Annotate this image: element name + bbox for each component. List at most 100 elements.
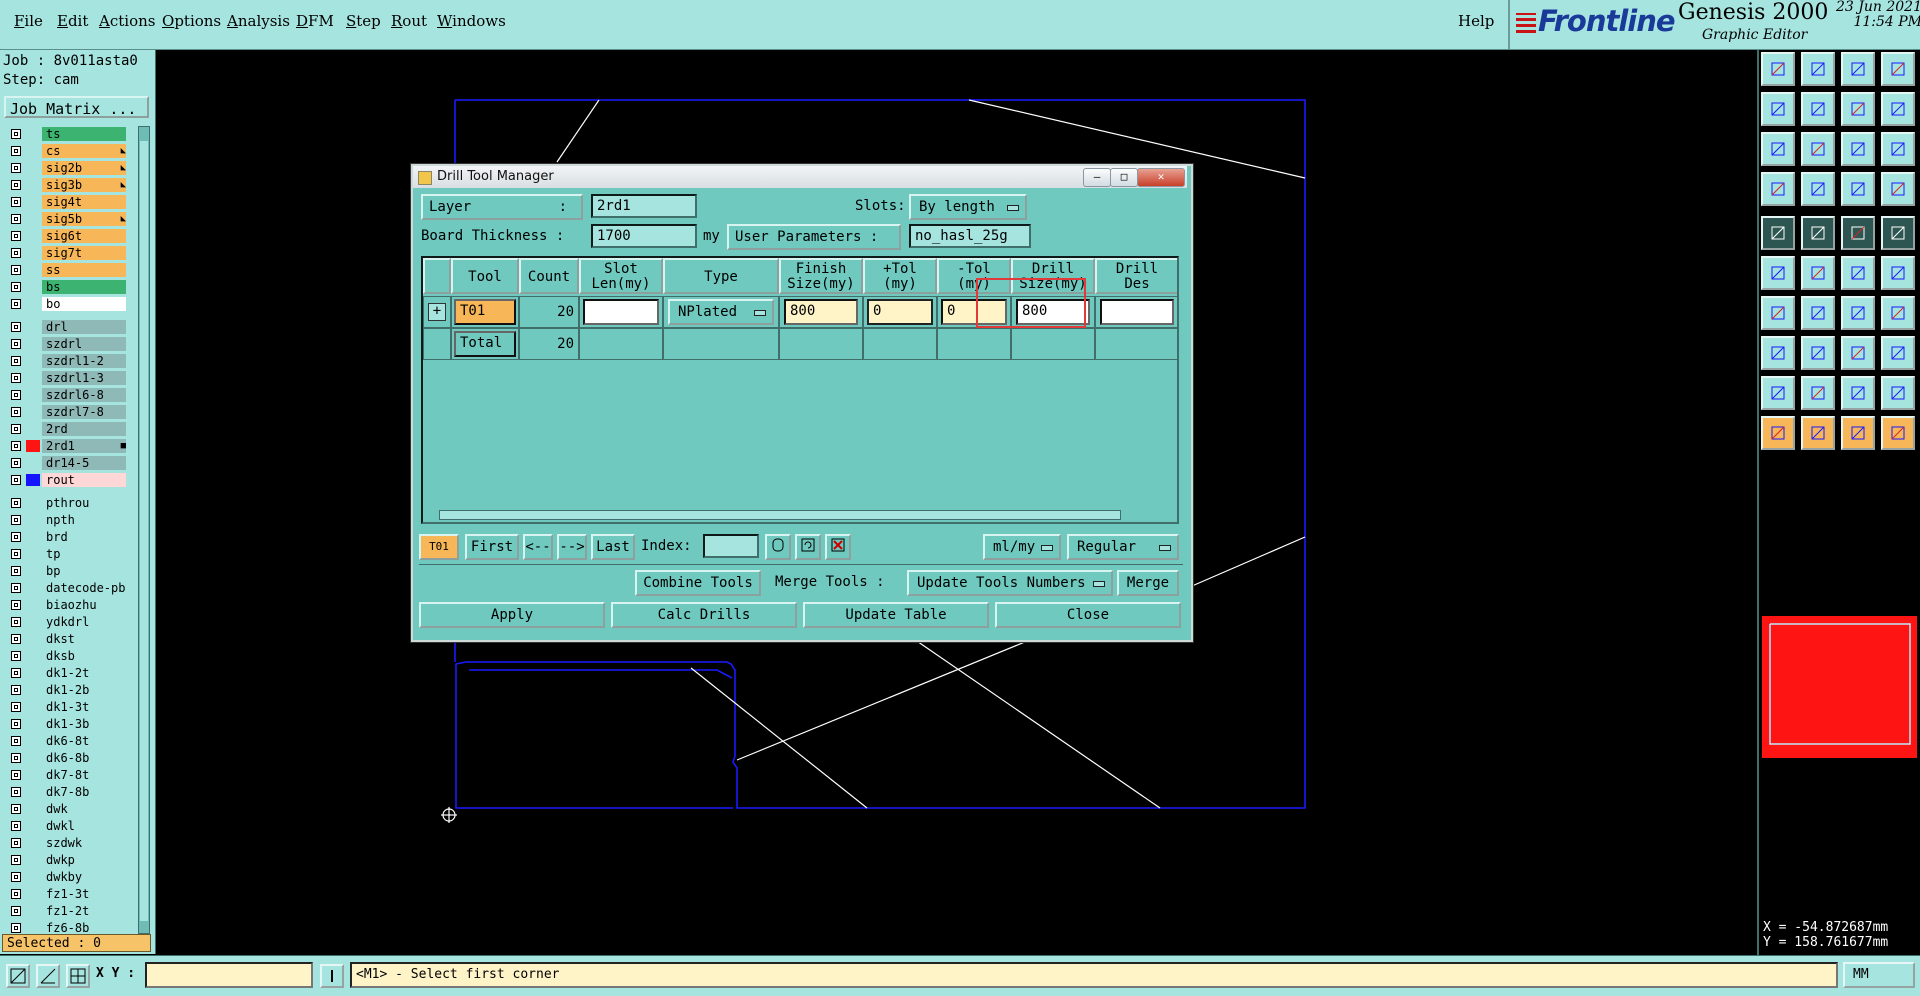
layer-name[interactable]: sig6t xyxy=(42,229,126,243)
polygon-tool-button[interactable] xyxy=(1881,376,1915,410)
layer-row-dwkp[interactable]: dwkp xyxy=(4,852,128,868)
text-cursor-button[interactable] xyxy=(320,964,344,988)
camera-tool-button[interactable] xyxy=(1761,216,1795,250)
layer-row-bs[interactable]: bs xyxy=(4,279,128,295)
zoom-fit-tool-button[interactable] xyxy=(1841,92,1875,126)
layer-row-fz1-3t[interactable]: fz1-3t xyxy=(4,886,128,902)
layer-name[interactable]: cs xyxy=(42,144,126,158)
menu-rout[interactable]: Rout xyxy=(391,12,427,30)
layer-row-biaozhu[interactable]: biaozhu xyxy=(4,597,128,613)
layer-checkbox[interactable] xyxy=(11,770,21,780)
arrow-up-tool-button[interactable] xyxy=(1801,376,1835,410)
layer-name[interactable]: rout xyxy=(42,473,126,487)
layer-checkbox[interactable] xyxy=(11,787,21,797)
menu-actions[interactable]: Actions xyxy=(99,12,155,30)
mode-select[interactable]: Regular xyxy=(1067,534,1179,560)
bridge-tool-button[interactable] xyxy=(1841,376,1875,410)
layer-checkbox[interactable] xyxy=(11,356,21,366)
drill-tool-button[interactable] xyxy=(1841,172,1875,206)
layer-row-ss[interactable]: ss xyxy=(4,262,128,278)
layer-name[interactable]: fz1-2t xyxy=(42,904,126,918)
board-thickness-input[interactable]: 1700 xyxy=(591,224,697,248)
update-table-button[interactable]: Update Table xyxy=(803,602,989,628)
calc-drills-button[interactable]: Calc Drills xyxy=(611,602,797,628)
layer-checkbox[interactable] xyxy=(11,753,21,763)
layer-checkbox[interactable] xyxy=(11,498,21,508)
layer-checkbox[interactable] xyxy=(11,821,21,831)
layer-checkbox[interactable] xyxy=(11,322,21,332)
layer-checkbox[interactable] xyxy=(11,685,21,695)
layer-name[interactable]: sig4t xyxy=(42,195,126,209)
arc-tool-button[interactable] xyxy=(1841,296,1875,330)
split-tool-button[interactable] xyxy=(1801,336,1835,370)
layer-checkbox[interactable] xyxy=(11,214,21,224)
layer-row-dwkl[interactable]: dwkl xyxy=(4,818,128,834)
layer-checkbox[interactable] xyxy=(11,146,21,156)
open-tool-button[interactable] xyxy=(1761,52,1795,86)
layer-checkbox[interactable] xyxy=(11,600,21,610)
layer-row-pthrou[interactable]: pthrou xyxy=(4,495,128,511)
zoom-box-button[interactable] xyxy=(6,964,30,988)
pan-right-tool-button[interactable] xyxy=(1801,92,1835,126)
layer-checkbox[interactable] xyxy=(11,889,21,899)
triangle-tool-button[interactable] xyxy=(1761,376,1795,410)
layer-name[interactable]: npth xyxy=(42,513,126,527)
search-button[interactable] xyxy=(765,534,791,560)
layer-name[interactable]: dkst xyxy=(42,632,126,646)
layer-row-dksb[interactable]: dksb xyxy=(4,648,128,664)
layer-row-sig4t[interactable]: sig4t xyxy=(4,194,128,210)
tool-name[interactable]: T01 xyxy=(454,299,516,325)
layer-checkbox[interactable] xyxy=(11,265,21,275)
menu-help[interactable]: Help xyxy=(1458,12,1494,30)
layer-row-sig5b[interactable]: sig5b ◣ xyxy=(4,211,128,227)
scroll-thumb[interactable] xyxy=(140,141,148,921)
layer-row-2rd[interactable]: 2rd xyxy=(4,421,128,437)
layer-row-dk1-3t[interactable]: dk1-3t xyxy=(4,699,128,715)
layer-checkbox[interactable] xyxy=(11,583,21,593)
layer-checkbox[interactable] xyxy=(11,804,21,814)
layer-name[interactable]: szdrl6-8 xyxy=(42,388,126,402)
help-tool-button[interactable] xyxy=(1881,132,1915,166)
layer-row-szdrl7-8[interactable]: szdrl7-8 xyxy=(4,404,128,420)
layer-row-2rd1[interactable]: 2rd1 ■ xyxy=(4,438,128,454)
layer-row-szdrl1-2[interactable]: szdrl1-2 xyxy=(4,353,128,369)
layer-name[interactable]: sig2b xyxy=(42,161,126,175)
menu-step[interactable]: Step xyxy=(346,12,381,30)
layer-row-szdwk[interactable]: szdwk xyxy=(4,835,128,851)
layer-row-sig3b[interactable]: sig3b ◣ xyxy=(4,177,128,193)
layer-checkbox[interactable] xyxy=(11,282,21,292)
hscroll-thumb[interactable] xyxy=(439,510,1121,520)
layer-scrollbar[interactable] xyxy=(138,126,150,934)
layer-name[interactable]: szdrl1-3 xyxy=(42,371,126,385)
table-hscrollbar[interactable] xyxy=(425,508,1175,520)
layer-row-drl[interactable]: drl xyxy=(4,319,128,335)
layer-name[interactable]: brd xyxy=(42,530,126,544)
layer-name[interactable]: dwkl xyxy=(42,819,126,833)
menu-dfm[interactable]: DFM xyxy=(296,12,334,30)
layer-name[interactable]: dk7-8t xyxy=(42,768,126,782)
xy-input[interactable] xyxy=(145,962,313,988)
minimize-button[interactable]: — xyxy=(1083,168,1111,187)
layer-name[interactable]: fz6-8b xyxy=(42,921,126,935)
scale-tool-button[interactable] xyxy=(1841,132,1875,166)
layer-row-dk6-8b[interactable]: dk6-8b xyxy=(4,750,128,766)
user-parameters-input[interactable]: no_hasl_25g xyxy=(909,224,1031,248)
refresh-button[interactable] xyxy=(795,534,821,560)
layer-name[interactable]: szdrl xyxy=(42,337,126,351)
window-close-button[interactable]: ✕ xyxy=(1137,168,1185,187)
transform-tool-button[interactable] xyxy=(1841,256,1875,290)
layer-checkbox[interactable] xyxy=(11,458,21,468)
layer-name[interactable]: pthrou xyxy=(42,496,126,510)
layer-row-szdrl[interactable]: szdrl xyxy=(4,336,128,352)
layer-checkbox[interactable] xyxy=(11,180,21,190)
home-tool-button[interactable] xyxy=(1841,52,1875,86)
ruler-tool-button[interactable] xyxy=(1841,216,1875,250)
layer-name[interactable]: ss xyxy=(42,263,126,277)
layer-row-brd[interactable]: brd xyxy=(4,529,128,545)
layer-row-dwk[interactable]: dwk xyxy=(4,801,128,817)
layer-checkbox[interactable] xyxy=(11,299,21,309)
layer-checkbox[interactable] xyxy=(11,231,21,241)
layer-name[interactable]: sig5b xyxy=(42,212,126,226)
layer-row-bp[interactable]: bp xyxy=(4,563,128,579)
layer-checkbox[interactable] xyxy=(11,719,21,729)
